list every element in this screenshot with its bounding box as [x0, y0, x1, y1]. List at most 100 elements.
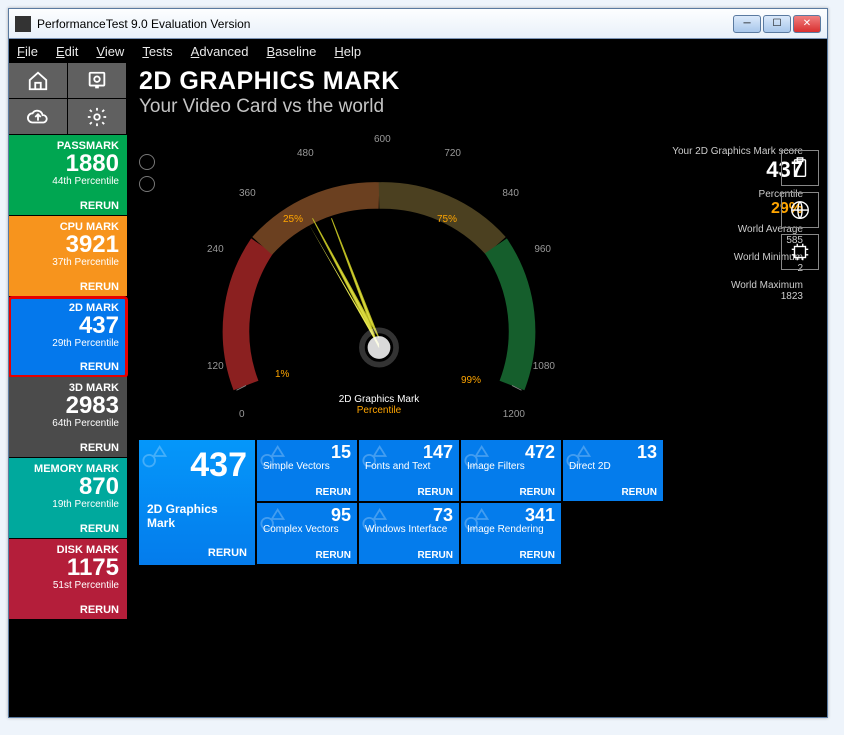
- sidebar-pct: 51st Percentile: [53, 580, 119, 591]
- sidebar-score: 870: [79, 475, 119, 499]
- max-label: World Maximum: [643, 280, 803, 291]
- sidebar-tile-2dmark[interactable]: 2D MARK 437 29th Percentile RERUN: [9, 297, 127, 377]
- tests-grid: 437 2D Graphics Mark RERUN 15Simple Vect…: [139, 440, 815, 565]
- sidebar-tile-3dmark[interactable]: 3D MARK 2983 64th Percentile RERUN: [9, 377, 127, 458]
- window-title: PerformanceTest 9.0 Evaluation Version: [37, 17, 733, 31]
- avg-label: World Average: [643, 224, 803, 235]
- gauge-tick: 1080: [533, 361, 555, 372]
- rerun-button[interactable]: RERUN: [263, 487, 351, 498]
- shape-icon: [361, 442, 389, 475]
- gauge-tick: 240: [207, 244, 224, 255]
- test-tile-simple-vectors[interactable]: 15Simple VectorsRERUN: [257, 440, 357, 501]
- shape-icon: [259, 505, 287, 538]
- home-icon[interactable]: [9, 63, 68, 99]
- gauge-tick: 960: [534, 244, 551, 255]
- sidebar-pct: 19th Percentile: [52, 499, 119, 510]
- shape-icon: [463, 442, 491, 475]
- menu-advanced[interactable]: Advanced: [191, 44, 249, 59]
- rerun-button[interactable]: RERUN: [569, 487, 657, 498]
- globe-icon[interactable]: [781, 192, 819, 228]
- sidebar-tile-cpu[interactable]: CPU MARK 3921 37th Percentile RERUN: [9, 216, 127, 297]
- test-tile-image-rendering[interactable]: 341Image RenderingRERUN: [461, 503, 561, 564]
- sidebar-pct: 37th Percentile: [52, 257, 119, 268]
- rerun-button[interactable]: RERUN: [365, 550, 453, 561]
- percentile-value: 29%: [643, 200, 803, 218]
- min-value: 2: [643, 263, 803, 274]
- settings-icon[interactable]: [68, 99, 127, 135]
- app-window: PerformanceTest 9.0 Evaluation Version ─…: [8, 8, 828, 718]
- gauge: 0 120 240 360 480 600 720 840 960 1080 1…: [189, 126, 569, 436]
- chip-icon[interactable]: [781, 234, 819, 270]
- rerun-button[interactable]: RERUN: [467, 550, 555, 561]
- sidebar-pct: 44th Percentile: [52, 176, 119, 187]
- minimize-button[interactable]: ─: [733, 15, 761, 33]
- sidebar-tile-memory[interactable]: MEMORY MARK 870 19th Percentile RERUN: [9, 458, 127, 539]
- gauge-tick: 720: [444, 148, 461, 159]
- test-name: 2D Graphics Mark: [147, 502, 247, 530]
- upload-icon[interactable]: [9, 99, 68, 135]
- rerun-button[interactable]: RERUN: [365, 487, 453, 498]
- test-tile-image-filters[interactable]: 472Image FiltersRERUN: [461, 440, 561, 501]
- menu-edit[interactable]: Edit: [56, 44, 78, 59]
- menu-help[interactable]: Help: [334, 44, 361, 59]
- rerun-button[interactable]: RERUN: [80, 361, 119, 376]
- sidebar-score: 1175: [67, 556, 119, 580]
- gauge-area: 0 120 240 360 480 600 720 840 960 1080 1…: [139, 126, 815, 436]
- chart-toggle-icon[interactable]: [139, 176, 155, 192]
- shape-icon: [141, 442, 169, 475]
- rerun-button[interactable]: RERUN: [80, 281, 119, 296]
- test-tile-2dmark[interactable]: 437 2D Graphics Mark RERUN: [139, 440, 255, 565]
- app-icon: [15, 16, 31, 32]
- score-value: 437: [643, 157, 803, 183]
- gauge-tick: 600: [374, 134, 391, 145]
- percentile-label: Percentile: [643, 189, 803, 200]
- menu-view[interactable]: View: [96, 44, 124, 59]
- sidebar-score: 437: [79, 314, 119, 338]
- test-tile-direct2d[interactable]: 13Direct 2DRERUN: [563, 440, 663, 501]
- sidebar-pct: 29th Percentile: [52, 338, 119, 349]
- gauge-tick: 480: [297, 148, 314, 159]
- page-subtitle: Your Video Card vs the world: [139, 96, 815, 118]
- maximize-button[interactable]: ☐: [763, 15, 791, 33]
- sidebar-tile-disk[interactable]: DISK MARK 1175 51st Percentile RERUN: [9, 539, 127, 620]
- test-tile-fonts-text[interactable]: 147Fonts and TextRERUN: [359, 440, 459, 501]
- menubar: File Edit View Tests Advanced Baseline H…: [9, 39, 827, 63]
- shape-icon: [361, 505, 389, 538]
- close-button[interactable]: ✕: [793, 15, 821, 33]
- test-tile-complex-vectors[interactable]: 95Complex VectorsRERUN: [257, 503, 357, 564]
- min-label: World Minimum: [643, 252, 803, 263]
- gauge-tick: 0: [239, 409, 245, 420]
- rerun-button[interactable]: RERUN: [147, 547, 247, 559]
- sidebar-tile-passmark[interactable]: PASSMARK 1880 44th Percentile RERUN: [9, 135, 127, 216]
- menu-tests[interactable]: Tests: [142, 44, 172, 59]
- rerun-button[interactable]: RERUN: [80, 523, 119, 538]
- gauge-caption: 2D Graphics Mark Percentile: [339, 394, 420, 416]
- content: PASSMARK 1880 44th Percentile RERUN CPU …: [9, 63, 827, 717]
- rerun-button[interactable]: RERUN: [80, 200, 119, 215]
- sidebar: PASSMARK 1880 44th Percentile RERUN CPU …: [9, 63, 127, 717]
- gauge-pct: 99%: [461, 375, 481, 386]
- avg-value: 585: [643, 235, 803, 246]
- test-tile-windows-interface[interactable]: 73Windows InterfaceRERUN: [359, 503, 459, 564]
- menu-baseline[interactable]: Baseline: [267, 44, 317, 59]
- page-title: 2D GRAPHICS MARK: [139, 67, 815, 96]
- gauge-toggle-icon[interactable]: [139, 154, 155, 170]
- gauge-tick: 360: [239, 188, 256, 199]
- info-icon[interactable]: [68, 63, 127, 99]
- max-value: 1823: [643, 291, 803, 302]
- stats-panel: Your 2D Graphics Mark score437 Percentil…: [643, 146, 803, 308]
- clipboard-icon[interactable]: [781, 150, 819, 186]
- gauge-tick: 840: [502, 188, 519, 199]
- rerun-button[interactable]: RERUN: [263, 550, 351, 561]
- gauge-tick: 120: [207, 361, 224, 372]
- rerun-button[interactable]: RERUN: [80, 604, 119, 619]
- sidebar-score: 2983: [66, 394, 119, 418]
- test-tile-empty: [563, 503, 663, 564]
- menu-file[interactable]: File: [17, 44, 38, 59]
- rerun-button[interactable]: RERUN: [467, 487, 555, 498]
- sidebar-score: 3921: [66, 233, 119, 257]
- sidebar-pct: 64th Percentile: [52, 418, 119, 429]
- main-panel: 2D GRAPHICS MARK Your Video Card vs the …: [127, 63, 827, 717]
- rerun-button[interactable]: RERUN: [80, 442, 119, 457]
- gauge-svg: [189, 126, 569, 436]
